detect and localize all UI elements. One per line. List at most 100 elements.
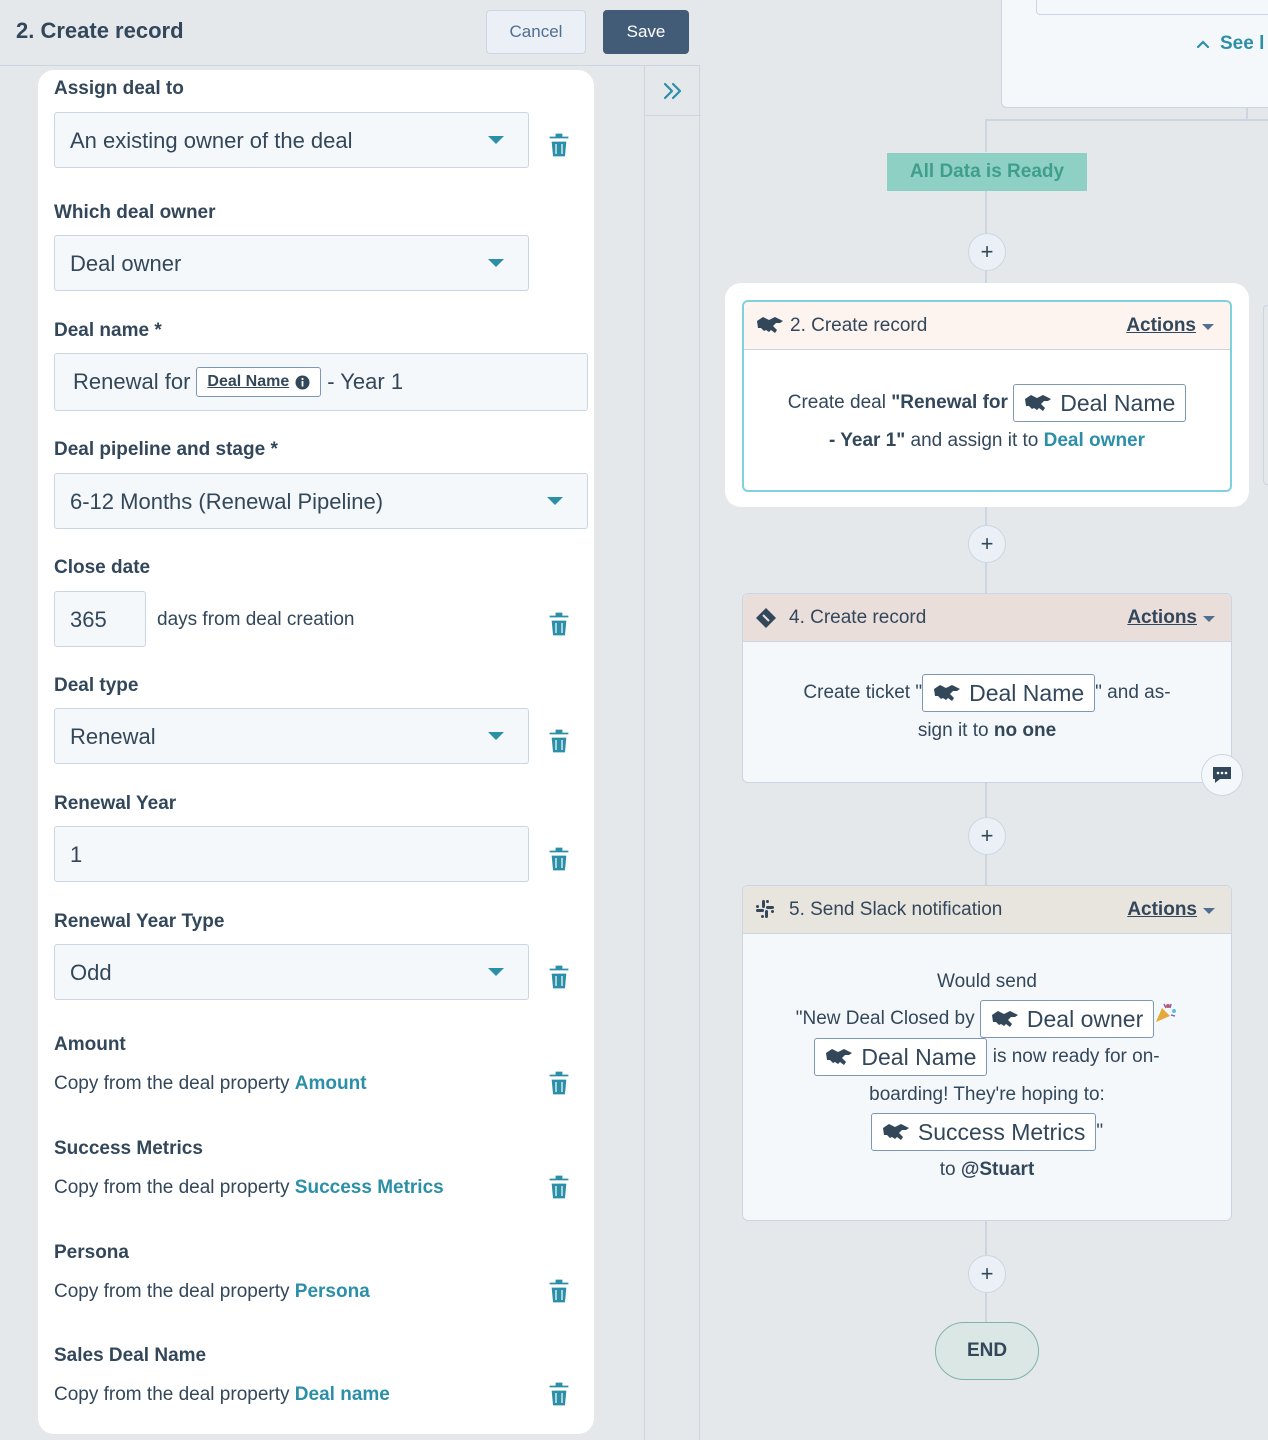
close-date-input[interactable]: 365 <box>54 591 146 647</box>
workflow-canvas[interactable]: See l All Data is Ready + 2. Create reco… <box>701 0 1268 1440</box>
action-card-create-ticket[interactable]: 4. Create record Actions Create ticket "… <box>742 593 1243 796</box>
amount-property-link[interactable]: Amount <box>295 1073 367 1094</box>
mention: @Stuart <box>960 1159 1035 1180</box>
trash-icon[interactable] <box>548 964 570 990</box>
card-text: and assign it to <box>910 430 1039 452</box>
card-text: Create ticket " <box>803 682 923 704</box>
card-header: 4. Create record Actions <box>743 594 1231 642</box>
branch-card[interactable]: See l <box>1001 0 1268 108</box>
action-card-slack-notification[interactable]: 5. Send Slack notification Actions Would… <box>742 885 1232 1221</box>
add-action-button[interactable]: + <box>968 817 1006 855</box>
renewal-year-type-value: Odd <box>70 960 112 985</box>
actions-menu[interactable]: Actions <box>1127 607 1197 629</box>
panel-title: 2. Create record <box>16 18 184 43</box>
action-form: Assign deal to An existing owner of the … <box>38 70 594 1434</box>
persona-copy-line: Copy from the deal property Persona <box>54 1281 370 1303</box>
handshake-icon <box>1025 395 1052 411</box>
handshake-icon <box>934 685 961 701</box>
connector <box>985 507 987 525</box>
renewal-year-type-select[interactable]: Odd <box>54 944 529 1000</box>
deal-name-suffix: - Year 1 <box>327 369 404 394</box>
deal-type-label: Deal type <box>54 675 139 696</box>
assign-label: Assign deal to <box>54 78 184 99</box>
connector <box>985 563 987 594</box>
deal-type-value: Renewal <box>70 724 156 749</box>
success-metrics-token: Success Metrics <box>870 1113 1097 1151</box>
close-date-value: 365 <box>70 607 107 632</box>
connector <box>985 1293 987 1323</box>
card-title: 5. Send Slack notification <box>789 899 1003 920</box>
card-text: " and as- <box>1095 682 1171 704</box>
trash-icon[interactable] <box>548 728 570 754</box>
cancel-button[interactable]: Cancel <box>486 10 586 54</box>
success-metrics-label: Success Metrics <box>54 1138 203 1159</box>
pipeline-select-value: 6-12 Months (Renewal Pipeline) <box>70 489 384 514</box>
chevron-down-icon <box>1203 908 1215 914</box>
add-action-button[interactable]: + <box>968 233 1006 271</box>
trash-icon[interactable] <box>548 1278 570 1304</box>
token-label: Deal Name <box>969 680 1085 706</box>
card-bold-text: no one <box>993 720 1057 742</box>
amount-label: Amount <box>54 1034 126 1055</box>
slack-icon <box>756 900 774 918</box>
chevron-down-icon <box>547 497 563 505</box>
chevron-down-icon <box>488 732 504 740</box>
pipeline-select[interactable]: 6-12 Months (Renewal Pipeline) <box>54 473 588 529</box>
actions-menu[interactable]: Actions <box>1127 899 1197 921</box>
trash-icon[interactable] <box>548 1381 570 1407</box>
trash-icon[interactable] <box>548 846 570 872</box>
card-title: 2. Create record <box>790 315 928 336</box>
renewal-year-input[interactable]: 1 <box>54 826 529 882</box>
panel-collapse-column <box>644 66 701 1440</box>
sales-deal-name-property-link[interactable]: Deal name <box>295 1384 390 1405</box>
trash-icon[interactable] <box>548 1070 570 1096</box>
card-body: Would send "New Deal Closed by Deal owne… <box>743 934 1231 1188</box>
copy-prefix: Copy from the deal property <box>54 1384 290 1405</box>
trash-icon[interactable] <box>548 611 570 637</box>
deal-name-token: Deal Name <box>814 1038 988 1076</box>
connector <box>985 120 987 152</box>
card-bold-text: "Renewal for <box>891 392 1008 414</box>
collapse-panel-button[interactable] <box>645 66 701 116</box>
copy-prefix: Copy from the deal property <box>54 1073 290 1094</box>
success-metrics-property-link[interactable]: Success Metrics <box>295 1177 444 1198</box>
assign-select-value: An existing owner of the deal <box>70 128 353 153</box>
add-action-button[interactable]: + <box>968 1255 1006 1293</box>
which-owner-select[interactable]: Deal owner <box>54 235 529 291</box>
connector <box>985 1221 987 1255</box>
token-label: Deal owner <box>1026 1006 1144 1032</box>
end-node: END <box>935 1322 1039 1380</box>
deal-type-select[interactable]: Renewal <box>54 708 529 764</box>
trash-icon[interactable] <box>548 1174 570 1200</box>
deal-owner-link[interactable]: Deal owner <box>1044 430 1145 451</box>
token-label: Deal Name <box>1060 390 1176 416</box>
close-date-suffix: days from deal creation <box>157 609 355 630</box>
card-text: Would send <box>937 971 1037 992</box>
trash-icon[interactable] <box>548 132 570 158</box>
deal-name-token[interactable]: Deal Name <box>196 367 322 397</box>
connector <box>985 783 987 817</box>
actions-menu[interactable]: Actions <box>1126 315 1196 337</box>
action-card-create-deal[interactable]: 2. Create record Actions Create deal "Re… <box>742 300 1232 492</box>
card-text: "New Deal Closed by <box>795 1008 975 1030</box>
add-action-button[interactable]: + <box>968 525 1006 563</box>
deal-name-label: Deal name * <box>54 320 162 341</box>
which-owner-label: Which deal owner <box>54 202 216 223</box>
chevron-down-icon <box>1203 616 1215 622</box>
see-more-link[interactable]: See l <box>1196 33 1264 55</box>
persona-property-link[interactable]: Persona <box>295 1281 370 1302</box>
card-text: Create deal <box>787 392 886 414</box>
deal-name-input[interactable]: Renewal for Deal Name - Year 1 <box>54 353 588 411</box>
card-header: 2. Create record Actions <box>744 302 1230 350</box>
save-button[interactable]: Save <box>603 10 689 54</box>
assign-select[interactable]: An existing owner of the deal <box>54 112 529 168</box>
card-text: " <box>1096 1121 1104 1143</box>
comment-button[interactable] <box>1201 754 1243 796</box>
panel-header: 2. Create record Cancel Save <box>0 0 700 66</box>
sales-deal-name-copy-line: Copy from the deal property Deal name <box>54 1384 390 1406</box>
card-text: is now ready for on- <box>992 1046 1160 1068</box>
ticket-icon <box>756 608 776 628</box>
chevron-up-icon <box>1196 40 1210 49</box>
handshake-icon <box>882 1124 909 1140</box>
persona-label: Persona <box>54 1242 129 1263</box>
